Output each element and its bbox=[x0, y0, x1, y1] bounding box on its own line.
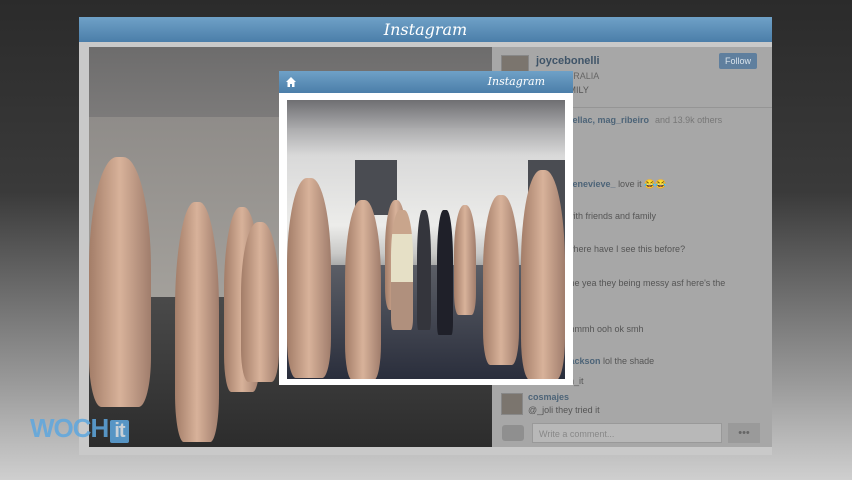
comment-text: where have I see this before? bbox=[567, 244, 686, 254]
person bbox=[437, 210, 453, 335]
more-options-button[interactable]: ••• bbox=[728, 423, 760, 443]
mannequin bbox=[521, 170, 565, 379]
app-title: Instagram bbox=[79, 17, 772, 42]
person bbox=[417, 210, 431, 330]
likes-users[interactable]: shellac, mag_ribeiro bbox=[562, 115, 649, 125]
mannequin bbox=[454, 205, 476, 315]
mannequin bbox=[483, 195, 519, 365]
mannequin bbox=[175, 202, 219, 442]
mannequin bbox=[89, 157, 151, 407]
comment: jackson lol the shade bbox=[567, 356, 654, 366]
comment: cosmajes bbox=[528, 392, 569, 402]
comment: @_joli they tried it bbox=[528, 405, 600, 415]
mannequin bbox=[287, 178, 331, 378]
comment-text: @_joli they tried it bbox=[528, 405, 600, 415]
likes-extra: and 13.9k others bbox=[655, 115, 723, 125]
comment: the yea they being messy asf here's the bbox=[567, 278, 725, 288]
mannequin bbox=[345, 200, 381, 379]
follow-button[interactable]: Follow bbox=[719, 53, 757, 69]
comment: genevieve_ love it 😂😂 bbox=[567, 179, 667, 190]
post-photo bbox=[287, 100, 565, 379]
like-icon[interactable] bbox=[502, 425, 524, 441]
comment: mmmh ooh ok smh bbox=[567, 324, 644, 334]
comment-text: love it 😂😂 bbox=[618, 179, 667, 189]
comment: with friends and family bbox=[567, 211, 656, 221]
username[interactable]: joycebonelli bbox=[536, 55, 600, 67]
person bbox=[391, 210, 413, 330]
comment-input[interactable]: Write a comment... bbox=[532, 423, 722, 443]
comment-text: lol the shade bbox=[603, 356, 655, 366]
comment-bar: Write a comment... ••• bbox=[492, 419, 772, 447]
popup-title-bar: Instagram bbox=[279, 71, 573, 93]
popup-window: Instagram bbox=[279, 71, 573, 385]
comment-text: with friends and family bbox=[567, 211, 657, 221]
home-icon[interactable] bbox=[285, 76, 297, 88]
watermark-logo: WOCH it bbox=[30, 413, 129, 444]
mannequin bbox=[241, 222, 279, 382]
photo-ceiling bbox=[287, 100, 565, 128]
commenter-avatar[interactable] bbox=[501, 393, 523, 415]
comment-text: mmmh ooh ok smh bbox=[567, 324, 644, 334]
likes-line: shellac, mag_ribeiro and 13.9k others bbox=[562, 115, 722, 125]
comment-user[interactable]: genevieve_ bbox=[567, 179, 616, 189]
comment-user[interactable]: cosmajes bbox=[528, 392, 569, 402]
popup-title: Instagram bbox=[487, 75, 545, 88]
comment-text: the yea they being messy asf here's the bbox=[567, 278, 726, 288]
comment: where have I see this before? bbox=[567, 244, 685, 254]
